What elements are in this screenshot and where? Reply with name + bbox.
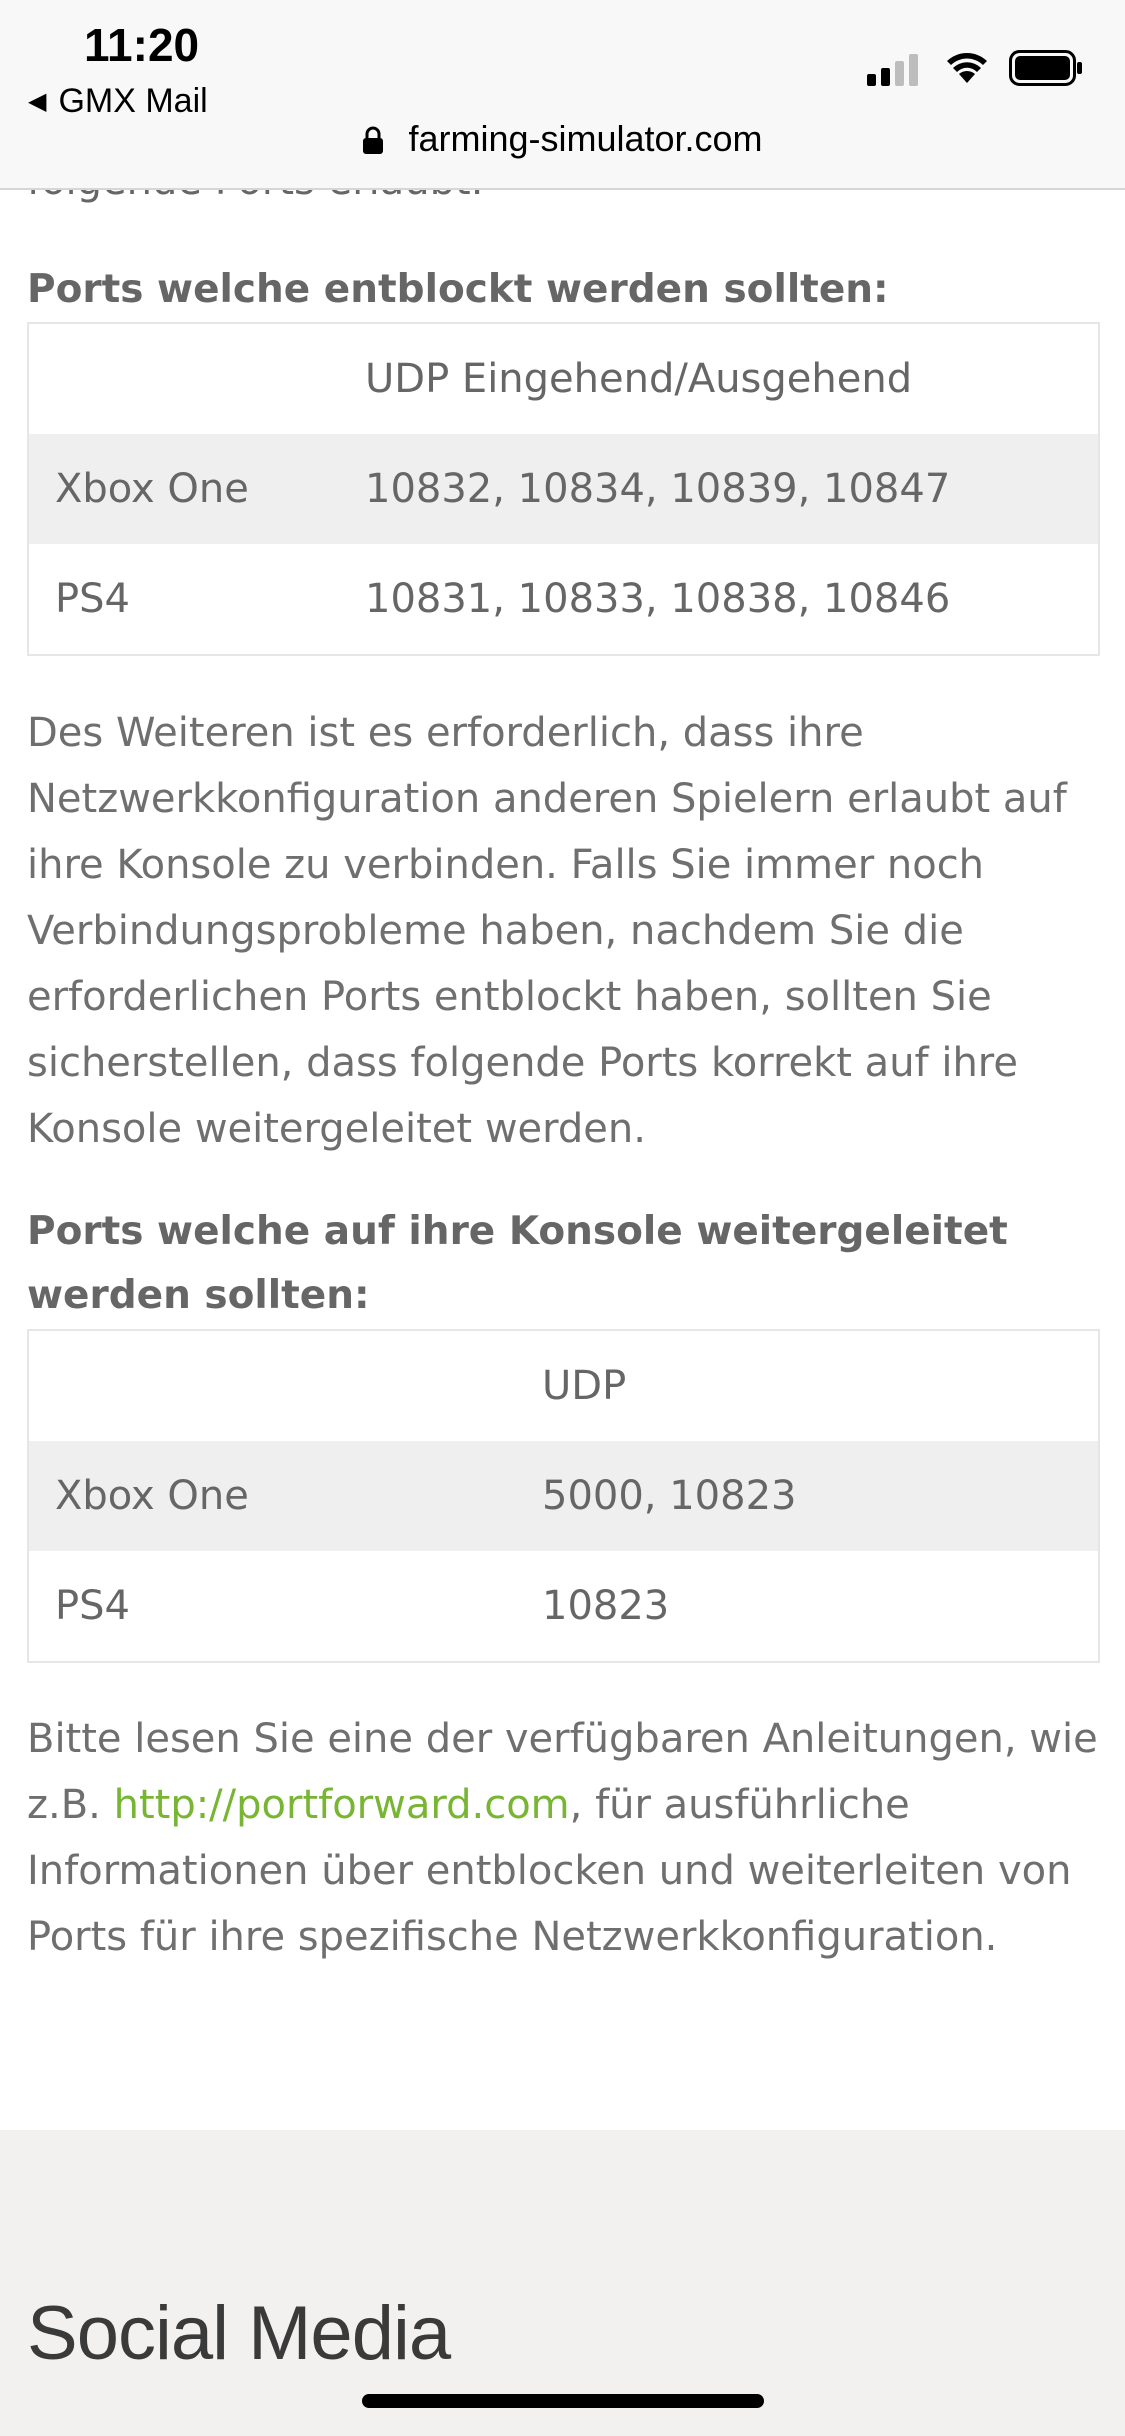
table-header-row: UDP Eingehend/Ausgehend <box>29 324 1098 434</box>
ports-cell: 10832, 10834, 10839, 10847 <box>365 466 951 512</box>
guide-paragraph: Bitte lesen Sie eine der verfügbaren Anl… <box>27 1706 1098 1970</box>
forward-ports-table: UDP Xbox One 5000, 10823 PS4 10823 <box>27 1329 1100 1663</box>
info-paragraph: Des Weiteren ist es erforderlich, dass i… <box>27 710 1067 1152</box>
url-text: farming-simulator.com <box>408 118 763 159</box>
address-bar[interactable]: farming-simulator.com <box>0 118 1125 160</box>
table-header-row: UDP <box>29 1331 1098 1441</box>
table-row: PS4 10831, 10833, 10838, 10846 <box>29 544 1098 654</box>
ports-cell: 10831, 10833, 10838, 10846 <box>365 576 951 622</box>
footer <box>0 2130 1125 2436</box>
back-arrow-icon: ◀ <box>28 88 47 115</box>
table-row: Xbox One 5000, 10823 <box>29 1441 1098 1551</box>
platform-cell: PS4 <box>55 1583 130 1629</box>
platform-cell: PS4 <box>55 576 130 622</box>
unblock-ports-table: UDP Eingehend/Ausgehend Xbox One 10832, … <box>27 322 1100 656</box>
wifi-icon <box>947 53 987 83</box>
section-heading-forward: Ports welche auf ihre Konsole weitergele… <box>27 1209 1008 1318</box>
back-app-label: GMX Mail <box>58 82 208 120</box>
table-row: PS4 10823 <box>29 1551 1098 1661</box>
table-header-cell: UDP <box>542 1363 627 1409</box>
battery-icon <box>1009 50 1082 86</box>
ports-cell: 10823 <box>542 1583 670 1629</box>
lock-icon <box>363 126 384 154</box>
status-icons <box>867 50 1083 86</box>
cellular-signal-icon <box>867 50 923 86</box>
portforward-link[interactable]: http://portforward.com <box>114 1782 570 1828</box>
platform-cell: Xbox One <box>55 1473 249 1519</box>
status-bar: 11:20 ◀ GMX Mail farming-simulator.com <box>0 0 1125 190</box>
ports-cell: 5000, 10823 <box>542 1473 797 1519</box>
table-row: Xbox One 10832, 10834, 10839, 10847 <box>29 434 1098 544</box>
social-media-heading: Social Media <box>27 2291 451 2376</box>
home-indicator[interactable] <box>362 2394 764 2408</box>
table-header-cell: UDP Eingehend/Ausgehend <box>365 356 913 402</box>
section-heading-unblock: Ports welche entblockt werden sollten: <box>27 267 889 312</box>
clock: 11:20 <box>84 19 200 71</box>
platform-cell: Xbox One <box>55 466 249 512</box>
back-to-app-button[interactable]: ◀ GMX Mail <box>28 82 208 121</box>
